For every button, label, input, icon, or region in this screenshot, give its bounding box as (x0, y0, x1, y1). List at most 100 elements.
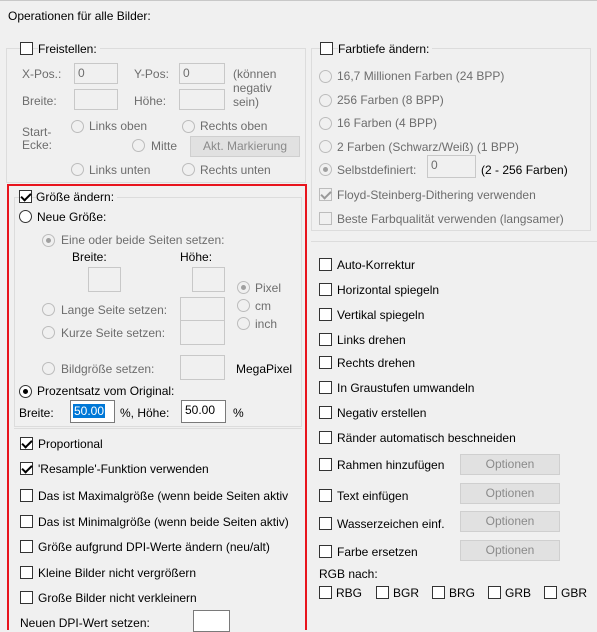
set-sides-width-label: Breite: (72, 250, 107, 264)
crop-center-radio[interactable] (132, 139, 145, 152)
rgb-grb-checkbox[interactable] (488, 586, 501, 599)
unit-inch-label: inch (255, 317, 278, 331)
negative-label: Negativ erstellen (337, 406, 427, 420)
color-depth-checkbox[interactable] (320, 42, 333, 55)
crop-bottom-right-label: Rechts unten (200, 163, 271, 177)
crop-top-right-label: Rechts oben (200, 119, 268, 133)
rotate-left-checkbox[interactable] (319, 333, 332, 346)
crop-width-input[interactable] (74, 89, 118, 110)
unit-pixel-radio[interactable] (237, 281, 250, 294)
short-side-input[interactable] (180, 320, 225, 345)
long-side-label: Lange Seite setzen: (61, 303, 168, 317)
image-size-label: Bildgröße setzen: (61, 362, 155, 376)
auto-crop-borders-checkbox[interactable] (319, 431, 332, 444)
crop-xpos-input[interactable]: 0 (74, 63, 118, 84)
rgb-grb-label: GRB (505, 586, 532, 600)
crop-start-label-2: Ecke: (22, 138, 53, 152)
long-side-radio[interactable] (42, 303, 55, 316)
watermark-options-button[interactable]: Optionen (460, 511, 560, 532)
auto-crop-borders-label: Ränder automatisch beschneiden (337, 431, 516, 445)
crop-top-left-label: Links oben (89, 119, 148, 133)
pct-separator: %, Höhe: (120, 406, 170, 420)
add-frame-checkbox[interactable] (319, 458, 332, 471)
crop-center-label: Mitte (151, 139, 178, 153)
crop-bottom-left-label: Links unten (89, 163, 151, 177)
dpi-resize-checkbox[interactable] (20, 540, 33, 553)
operations-divider (311, 241, 597, 242)
dpi-set-input[interactable] (193, 610, 230, 632)
text-options-button[interactable]: Optionen (460, 483, 560, 504)
pct-height-input[interactable]: 50.00 (181, 400, 226, 423)
crop-bottom-left-radio[interactable] (71, 163, 84, 176)
rgb-gbr-checkbox[interactable] (544, 586, 557, 599)
crop-negative-note-1: (können (233, 67, 277, 81)
dpi-resize-label: Größe aufgrund DPI-Werte ändern (neu/alt… (38, 540, 270, 554)
replace-color-options-button[interactable]: Optionen (460, 540, 560, 561)
unit-cm-radio[interactable] (237, 299, 250, 312)
no-shrink-label: Große Bilder nicht verkleinern (38, 591, 197, 605)
set-sides-height-input[interactable] (192, 267, 225, 292)
pct-width-label: Breite: (19, 406, 54, 420)
grayscale-checkbox[interactable] (319, 381, 332, 394)
resize-checkbox[interactable] (19, 190, 32, 203)
crop-ypos-input[interactable]: 0 (179, 63, 225, 84)
crop-negative-note-3: sein) (233, 95, 260, 109)
flip-vertical-label: Vertikal spiegeln (337, 308, 425, 322)
new-size-radio[interactable] (19, 210, 32, 223)
short-side-radio[interactable] (42, 326, 55, 339)
max-size-label: Das ist Maximalgröße (wenn beide Seiten … (38, 489, 289, 503)
min-size-checkbox[interactable] (20, 515, 33, 528)
max-size-checkbox[interactable] (20, 489, 33, 502)
no-enlarge-checkbox[interactable] (20, 566, 33, 579)
image-size-input[interactable] (180, 355, 225, 380)
no-shrink-checkbox[interactable] (20, 591, 33, 604)
rgb-brg-checkbox[interactable] (432, 586, 445, 599)
crop-top-left-radio[interactable] (71, 120, 84, 133)
color-custom-radio[interactable] (319, 163, 332, 176)
pct-width-input[interactable]: 50.00 (70, 400, 115, 423)
crop-top-right-radio[interactable] (182, 120, 195, 133)
current-mark-button[interactable]: Akt. Markierung (190, 136, 300, 157)
watermark-checkbox[interactable] (319, 517, 332, 530)
best-quality-checkbox[interactable] (319, 212, 332, 225)
crop-height-input[interactable] (179, 89, 225, 110)
set-sides-width-input[interactable] (88, 267, 121, 292)
insert-text-checkbox[interactable] (319, 489, 332, 502)
best-quality-label: Beste Farbqualität verwenden (langsamer) (337, 212, 564, 226)
new-size-label: Neue Größe: (37, 210, 110, 224)
negative-checkbox[interactable] (319, 406, 332, 419)
auto-correct-label: Auto-Korrektur (337, 258, 416, 272)
resample-label: 'Resample'-Funktion verwenden (38, 462, 209, 476)
color-24bpp-label: 16,7 Millionen Farben (24 BPP) (337, 69, 505, 83)
color-8bpp-radio[interactable] (319, 94, 332, 107)
rgb-bgr-checkbox[interactable] (376, 586, 389, 599)
grayscale-label: In Graustufen umwandeln (337, 381, 475, 395)
replace-color-checkbox[interactable] (319, 545, 332, 558)
unit-inch-radio[interactable] (237, 317, 250, 330)
color-4bpp-radio[interactable] (319, 117, 332, 130)
long-side-input[interactable] (180, 297, 225, 322)
crop-checkbox[interactable] (20, 42, 33, 55)
resample-checkbox[interactable] (20, 462, 33, 475)
color-1bpp-radio[interactable] (319, 140, 332, 153)
rgb-bgr-label: BGR (393, 586, 420, 600)
frame-options-button[interactable]: Optionen (460, 454, 560, 475)
set-sides-radio[interactable] (42, 234, 55, 247)
auto-correct-checkbox[interactable] (319, 258, 332, 271)
add-frame-label: Rahmen hinzufügen (337, 458, 445, 472)
flip-vertical-checkbox[interactable] (319, 308, 332, 321)
percent-radio[interactable] (19, 385, 32, 398)
rotate-right-checkbox[interactable] (319, 356, 332, 369)
rgb-rbg-checkbox[interactable] (319, 586, 332, 599)
rgb-gbr-label: GBR (561, 586, 588, 600)
top-divider (0, 0, 597, 1)
crop-bottom-right-radio[interactable] (182, 163, 195, 176)
dithering-checkbox[interactable] (319, 188, 332, 201)
color-custom-input[interactable]: 0 (427, 155, 476, 178)
image-size-radio[interactable] (42, 362, 55, 375)
color-24bpp-radio[interactable] (319, 70, 332, 83)
proportional-checkbox[interactable] (20, 437, 33, 450)
percent-label: Prozentsatz vom Original: (37, 384, 178, 398)
color-depth-label: Farbtiefe ändern: (338, 42, 433, 56)
flip-horizontal-checkbox[interactable] (319, 283, 332, 296)
